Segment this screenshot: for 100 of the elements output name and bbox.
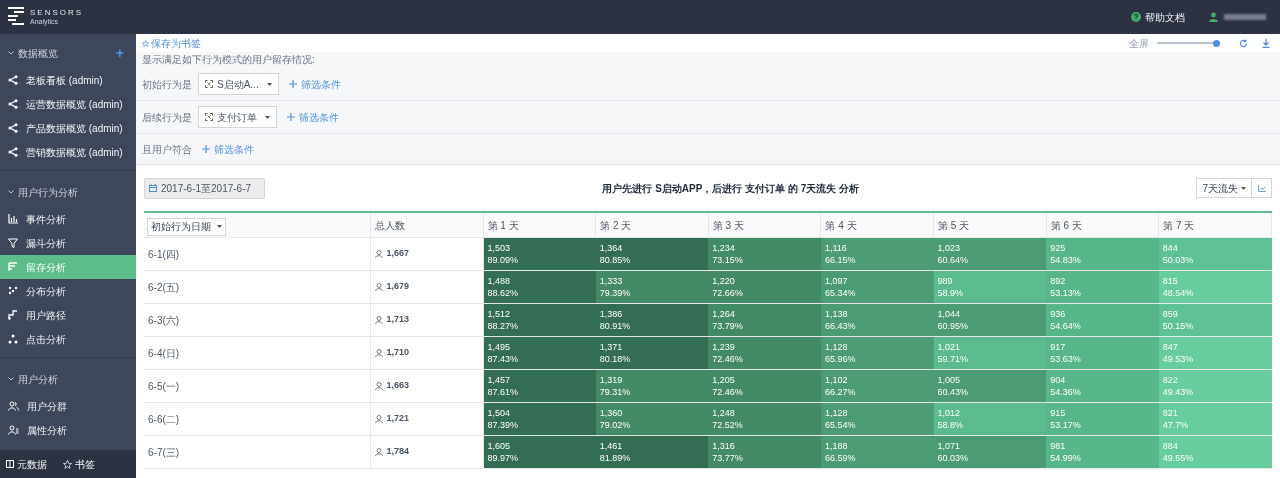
retention-cell: 1,138 66.43% (820, 303, 934, 337)
section-toggle[interactable]: 用户分析 (8, 371, 58, 387)
retention-cell: 1,457 87.61% (483, 369, 596, 403)
retention-cell: 1,512 88.27% (483, 303, 596, 337)
retention-cell: 884 49.55% (1158, 435, 1272, 469)
sidebar-item[interactable]: 产品数据概览 (admin) (0, 116, 136, 140)
event-dropdown[interactable]: S启动A... (198, 73, 279, 95)
date-column-dropdown[interactable]: 初始行为日期 (147, 217, 226, 236)
chart-toggle-button[interactable] (1252, 178, 1272, 198)
retention-cell: 1,005 60.43% (933, 369, 1047, 403)
section-toggle[interactable]: 用户行为分析 (8, 184, 78, 200)
plus-icon (288, 80, 297, 88)
sidebar-item[interactable]: 营销数据概览 (admin) (0, 140, 136, 164)
retention-cell: 1,605 89.97% (483, 435, 596, 469)
sidebar-item[interactable]: 属性分析 (0, 418, 136, 442)
mode-dropdown[interactable]: 7天流失 (1196, 178, 1252, 198)
caret-icon (266, 82, 272, 86)
grid-icon (6, 460, 14, 468)
refresh-icon[interactable] (1239, 38, 1248, 48)
column-header: 第 2 天 (595, 212, 709, 238)
sidebar-item[interactable]: 用户分群 (0, 394, 136, 418)
retention-cell: 892 53.13% (1046, 270, 1159, 304)
total-cell: 1,710 (374, 346, 479, 360)
footer-link[interactable]: 书签 (63, 456, 95, 472)
retention-cell: 1,188 66.59% (820, 435, 934, 469)
retention-cell: 1,371 80.18% (595, 336, 709, 370)
retention-cell: 915 53.17% (1046, 402, 1159, 436)
column-header: 第 6 天 (1046, 212, 1159, 238)
share-icon (8, 99, 18, 109)
sidebar-item[interactable]: 老板看板 (admin) (0, 68, 136, 92)
column-header: 第 3 天 (708, 212, 821, 238)
event-dropdown[interactable]: 支付订单 (198, 106, 277, 128)
sidebar-item[interactable]: 点击分析 (0, 327, 136, 351)
share-icon (8, 123, 18, 133)
user-icon[interactable] (1209, 12, 1218, 22)
footer-link[interactable]: 元数据 (6, 456, 47, 472)
sidebar-item[interactable]: 漏斗分析 (0, 231, 136, 255)
bars-icon (8, 262, 18, 272)
date-cell: 6-6(二) (144, 402, 370, 436)
event-icon (205, 80, 213, 88)
retention-cell: 1,386 80.91% (595, 303, 709, 337)
retention-cell: 1,488 88.62% (483, 270, 596, 304)
caret-icon (1241, 186, 1246, 190)
retention-cell: 844 50.03% (1158, 237, 1272, 271)
retention-cell: 859 50.15% (1158, 303, 1272, 337)
section-toggle[interactable]: 数据概览 (8, 45, 58, 61)
retention-cell: 1,503 89.09% (483, 237, 596, 271)
download-icon[interactable] (1262, 38, 1270, 48)
retention-cell: 1,044 60.95% (933, 303, 1047, 337)
fullscreen-label: 全屏 (1129, 36, 1149, 51)
filter-label: 且用户符合 (142, 142, 192, 157)
retention-cell: 822 49.43% (1158, 369, 1272, 403)
retention-cell: 1,012 58.8% (933, 402, 1047, 436)
date-cell: 6-2(五) (144, 270, 370, 304)
bookmark-link[interactable]: 保存为书签 (142, 35, 201, 51)
retention-cell: 1,461 81.89% (595, 435, 709, 469)
column-header: 第 1 天 (483, 212, 596, 238)
retention-cell: 1,097 65.34% (820, 270, 934, 304)
retention-cell: 1,319 79.31% (595, 369, 709, 403)
event-icon (205, 113, 213, 121)
help-icon (1131, 12, 1141, 22)
retention-cell: 1,128 65.54% (820, 402, 934, 436)
retention-cell: 904 54.36% (1046, 369, 1159, 403)
sidebar-item[interactable]: 运营数据概览 (admin) (0, 92, 136, 116)
sidebar-item[interactable]: 分布分析 (0, 279, 136, 303)
retention-cell: 1,023 60.64% (933, 237, 1047, 271)
date-cell: 6-4(日) (144, 336, 370, 370)
star-icon (63, 459, 72, 469)
user-icon (374, 316, 383, 324)
caret-icon (265, 115, 270, 119)
user-icon (374, 448, 383, 456)
user-icon (374, 382, 383, 390)
column-header: 第 4 天 (820, 212, 934, 238)
retention-cell: 917 53.63% (1046, 336, 1159, 370)
share-icon (8, 75, 18, 85)
users-icon (8, 401, 19, 411)
date-range-button[interactable]: 2017-6-1至2017-6-7 (144, 177, 265, 199)
retention-cell: 1,364 80.85% (595, 237, 709, 271)
brand-name: SENSORS (30, 8, 84, 17)
calendar-icon (149, 184, 157, 192)
total-cell: 1,713 (374, 313, 479, 327)
total-cell: 1,667 (374, 247, 479, 261)
path-icon (8, 310, 18, 320)
line-chart-icon (1257, 184, 1266, 192)
retention-cell: 821 47.7% (1158, 402, 1272, 436)
total-cell: 1,721 (374, 412, 479, 426)
total-cell: 1,663 (374, 379, 479, 393)
user-icon (374, 349, 383, 357)
chevron-icon (8, 190, 14, 194)
scatter-icon (8, 286, 18, 296)
help-link[interactable]: 帮助文档 (1131, 9, 1185, 25)
retention-cell: 1,128 65.96% (820, 336, 934, 370)
chevron-icon (8, 51, 14, 55)
share-icon (8, 147, 18, 157)
retention-cell: 1,102 66.27% (820, 369, 934, 403)
sidebar-item[interactable]: 事件分析 (0, 207, 136, 231)
retention-cell: 1,116 66.15% (820, 237, 934, 271)
plus-icon (287, 113, 295, 121)
zoom-slider[interactable] (1157, 39, 1217, 47)
sidebar-item[interactable]: 用户路径 (0, 303, 136, 327)
